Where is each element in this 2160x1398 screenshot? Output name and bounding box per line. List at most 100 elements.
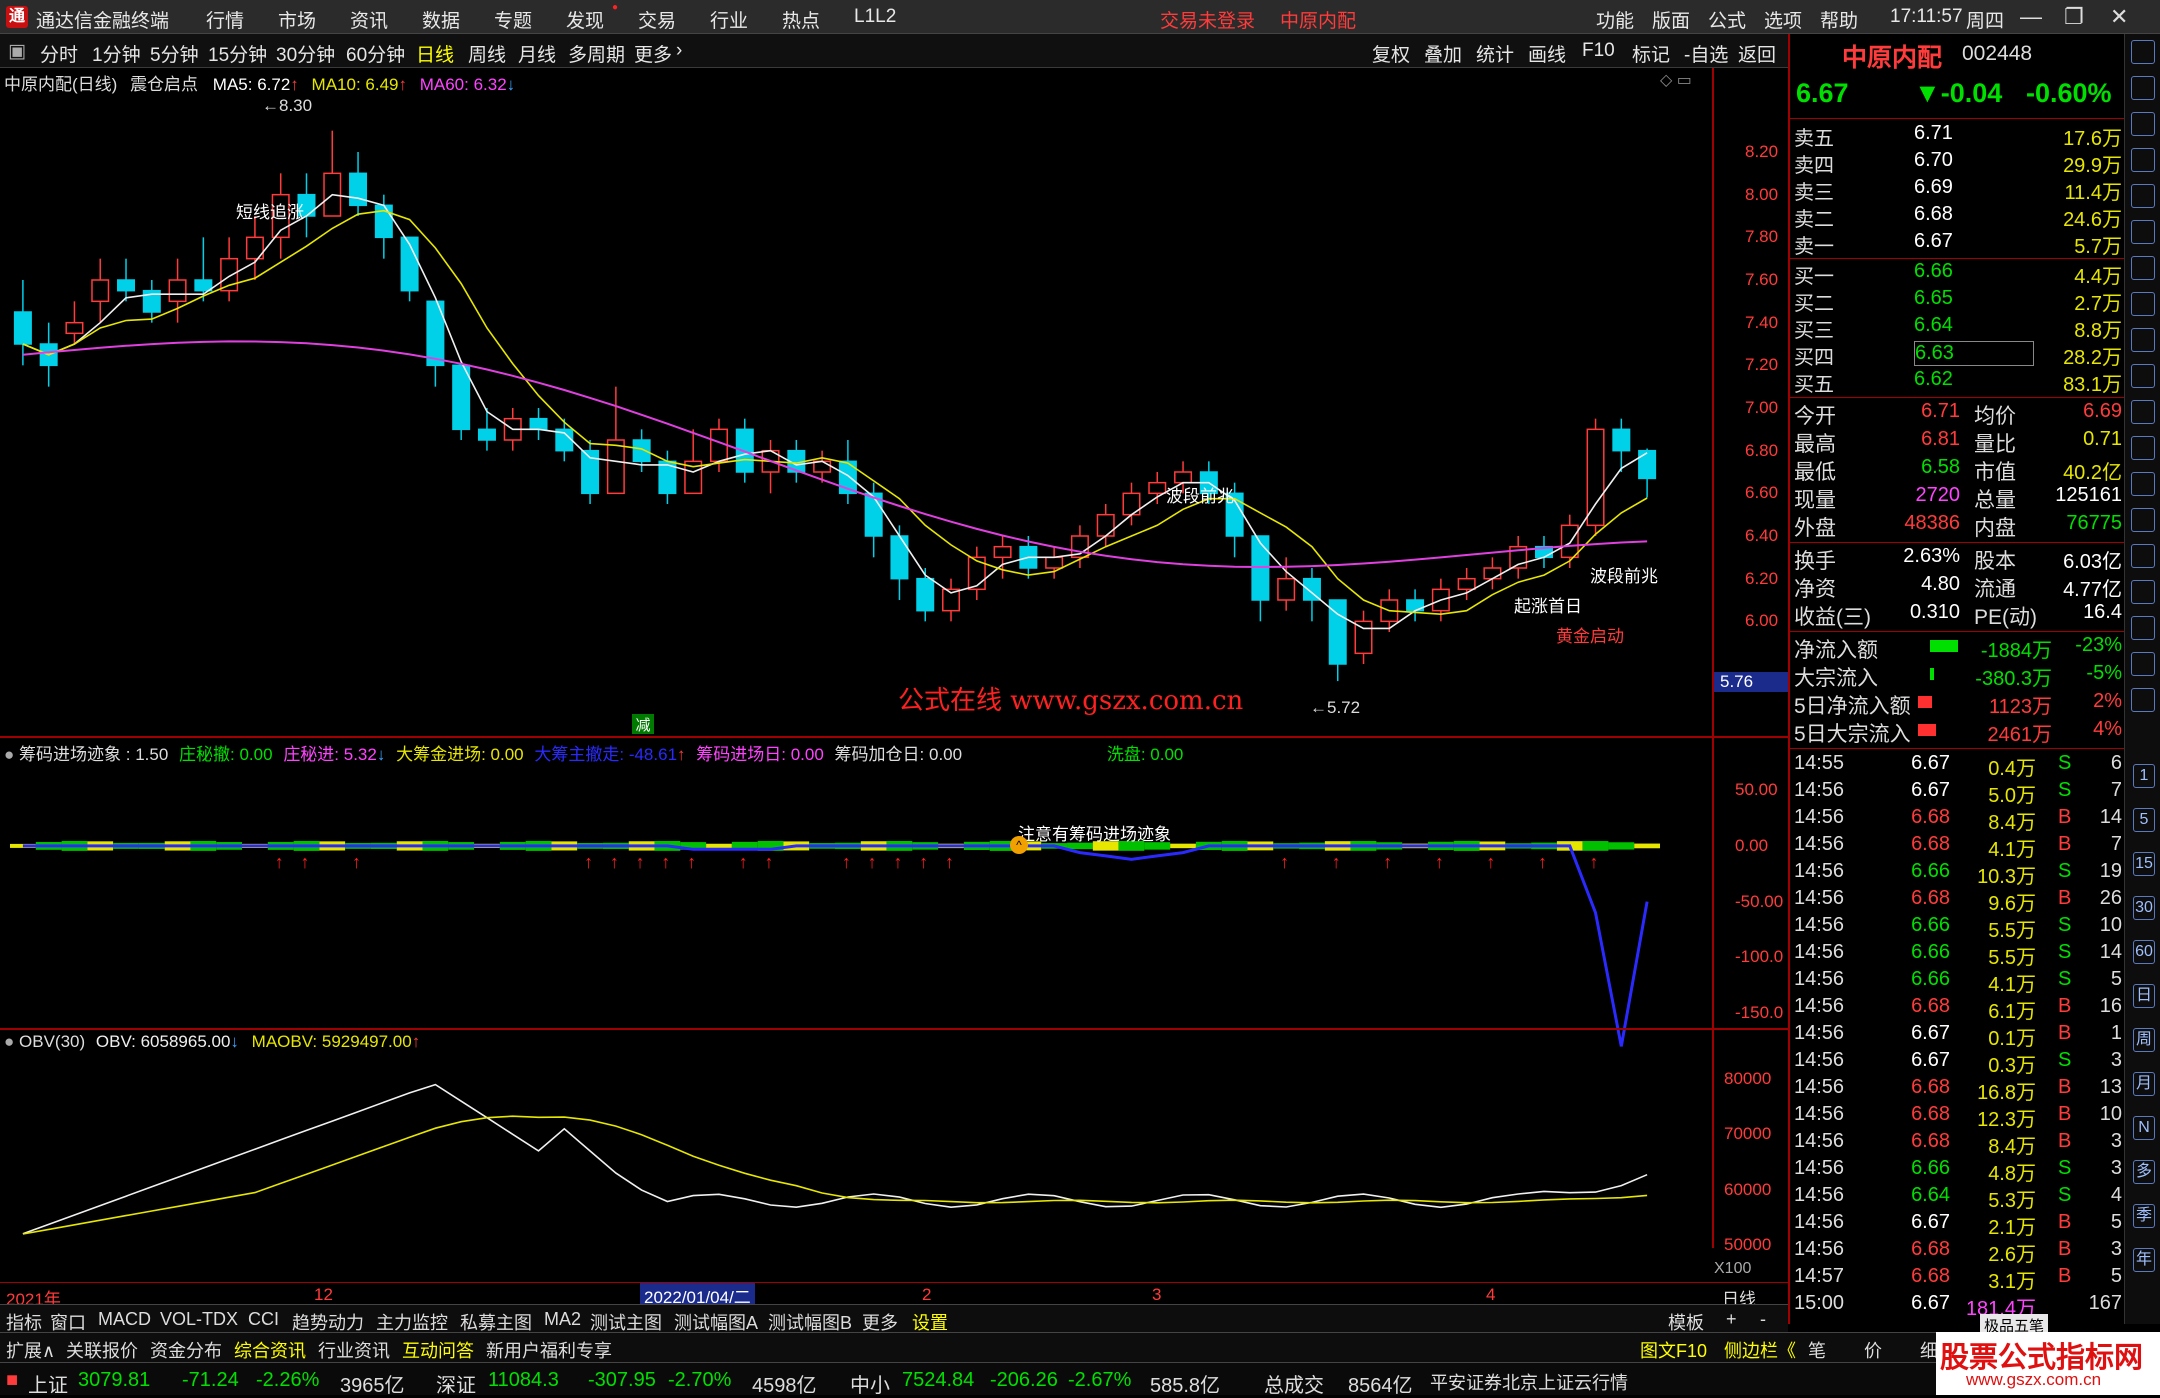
period-multi[interactable]: 多周期 [568,40,625,67]
chart-icon[interactable] [2131,148,2155,172]
trend-icon[interactable] [2131,256,2155,280]
tool-overlay[interactable]: 叠加 [1424,40,1462,67]
menu-discover[interactable]: 发现 [566,6,604,33]
f10-graphic-button[interactable]: 图文F10 [1640,1337,1707,1363]
index-sh-name[interactable]: 上证 [28,1369,68,1398]
candle-icon[interactable] [2131,292,2155,316]
up-arrow-icon[interactable] [2131,76,2155,100]
menu-formula[interactable]: 公式 [1708,6,1746,33]
toolbar-toggle-icon[interactable]: ▣ [8,40,26,63]
period-timeshare[interactable]: 分时 [40,40,78,67]
rsi-icon[interactable] [2131,580,2155,604]
period-weekly[interactable]: 周线 [468,40,506,67]
ask-volume: 29.9万 [2063,155,2122,177]
expand-icon[interactable] [2131,616,2155,640]
side-period-2[interactable]: 15 [2133,852,2155,876]
side-period-7[interactable]: 月 [2133,1072,2155,1096]
f10-icon[interactable] [2131,364,2155,388]
login-status[interactable]: 交易未登录 [1160,6,1255,33]
menu-options[interactable]: 选项 [1764,6,1802,33]
p-icon[interactable] [2131,472,2155,496]
side-period-11[interactable]: 年 [2133,1248,2155,1272]
sidebar-toggle[interactable]: 侧边栏《 [1724,1337,1796,1363]
maximize-icon[interactable]: ❐ [2064,4,2084,30]
side-period-3[interactable]: 30 [2133,896,2155,920]
side-period-4[interactable]: 60 [2133,940,2155,964]
period-15min[interactable]: 15分钟 [208,40,267,67]
menu-quotes[interactable]: 行情 [206,6,244,33]
menu-data[interactable]: 数据 [422,6,460,33]
tool-mark[interactable]: 标记 [1632,40,1670,67]
table-icon[interactable] [2131,184,2155,208]
tab-vol-tdx[interactable]: VOL-TDX [160,1309,238,1330]
indicator2-title[interactable]: 筹码进场迹象 [19,745,121,764]
tool-adjust[interactable]: 复权 [1372,40,1410,67]
tool-draw[interactable]: 画线 [1528,40,1566,67]
menu-industry[interactable]: 行业 [710,6,748,33]
indicator3-collapse-icon[interactable]: ● [4,1032,14,1051]
tab-ma2[interactable]: MA2 [544,1309,581,1330]
tab-cci[interactable]: CCI [248,1309,279,1330]
period-5min[interactable]: 5分钟 [150,40,199,67]
indicator2-note: 注意有筹码进场迹象 [1018,825,1171,844]
remove-panel-button[interactable]: - [1760,1309,1766,1330]
menu-layout[interactable]: 版面 [1652,6,1690,33]
menu-l1l2[interactable]: L1L2 [854,6,896,28]
side-period-6[interactable]: 周 [2133,1028,2155,1052]
menu-function[interactable]: 功能 [1596,6,1634,33]
close-icon[interactable]: ✕ [2110,4,2128,30]
tool-stats[interactable]: 统计 [1476,40,1514,67]
side-period-8[interactable]: N [2133,1116,2155,1140]
tab-industry-info[interactable]: 行业资讯 [318,1337,390,1363]
tab-expand[interactable]: 扩展∧ [6,1337,55,1363]
add-panel-button[interactable]: + [1726,1309,1737,1330]
list-icon[interactable] [2131,328,2155,352]
menu-help[interactable]: 帮助 [1820,6,1858,33]
tab-price[interactable]: 价 [1864,1337,1882,1363]
divider [1790,748,2126,749]
tab-stroke[interactable]: 笔 [1808,1337,1826,1363]
index-sz-name[interactable]: 深证 [436,1369,476,1398]
link-icon[interactable] [2131,508,2155,532]
menu-trade[interactable]: 交易 [638,6,676,33]
menu-market[interactable]: 市场 [278,6,316,33]
side-period-5[interactable]: 日 [2133,984,2155,1008]
tab-general-info[interactable]: 综合资讯 [234,1337,306,1363]
minimize-icon[interactable]: — [2020,4,2042,30]
server-status[interactable]: 平安证券北京上证云行情 [1430,1369,1628,1395]
side-period-9[interactable]: 多 [2133,1160,2155,1184]
period-60min[interactable]: 60分钟 [346,40,405,67]
indicator3-title[interactable]: OBV(30) [19,1032,85,1051]
tab-new-user-benefit[interactable]: 新用户福利专享 [486,1337,612,1363]
tab-qa[interactable]: 互动问答 [402,1337,474,1363]
layout-icon[interactable] [2131,436,2155,460]
period-daily[interactable]: 日线 [416,40,454,67]
chevron-right-icon[interactable]: › [676,40,682,62]
menu-news[interactable]: 资讯 [350,6,388,33]
indicator2-collapse-icon[interactable]: ● [4,745,14,764]
chart-area[interactable]: 中原内配(日线) 震仓启点 MA5: 6.72↑ MA10: 6.49↑ MA6… [0,68,1788,1316]
time-icon[interactable] [2131,544,2155,568]
tool-watchlist[interactable]: -自选 [1684,40,1728,67]
period-more[interactable]: 更多 [634,40,672,67]
side-period-10[interactable]: 季 [2133,1204,2155,1228]
grid-icon[interactable] [2131,400,2155,424]
menu-hot[interactable]: 热点 [782,6,820,33]
side-period-0[interactable]: 1 [2133,764,2155,788]
panel-icon[interactable] [2131,40,2155,64]
index-sme-name[interactable]: 中小 [850,1369,890,1398]
side-period-1[interactable]: 5 [2133,808,2155,832]
tool-back[interactable]: 返回 [1738,40,1776,67]
period-1min[interactable]: 1分钟 [92,40,141,67]
period-30min[interactable]: 30分钟 [276,40,335,67]
menu-topics[interactable]: 专题 [494,6,532,33]
tab-fund-distribution[interactable]: 资金分布 [150,1337,222,1363]
tab-related-quotes[interactable]: 关联报价 [66,1337,138,1363]
period-monthly[interactable]: 月线 [518,40,556,67]
tab-macd[interactable]: MACD [98,1309,151,1330]
down-arrow-icon[interactable] [2131,112,2155,136]
wrench-icon[interactable] [2131,652,2155,676]
bar-icon[interactable] [2131,220,2155,244]
fs-icon[interactable] [2131,688,2155,712]
tool-f10[interactable]: F10 [1582,40,1615,62]
